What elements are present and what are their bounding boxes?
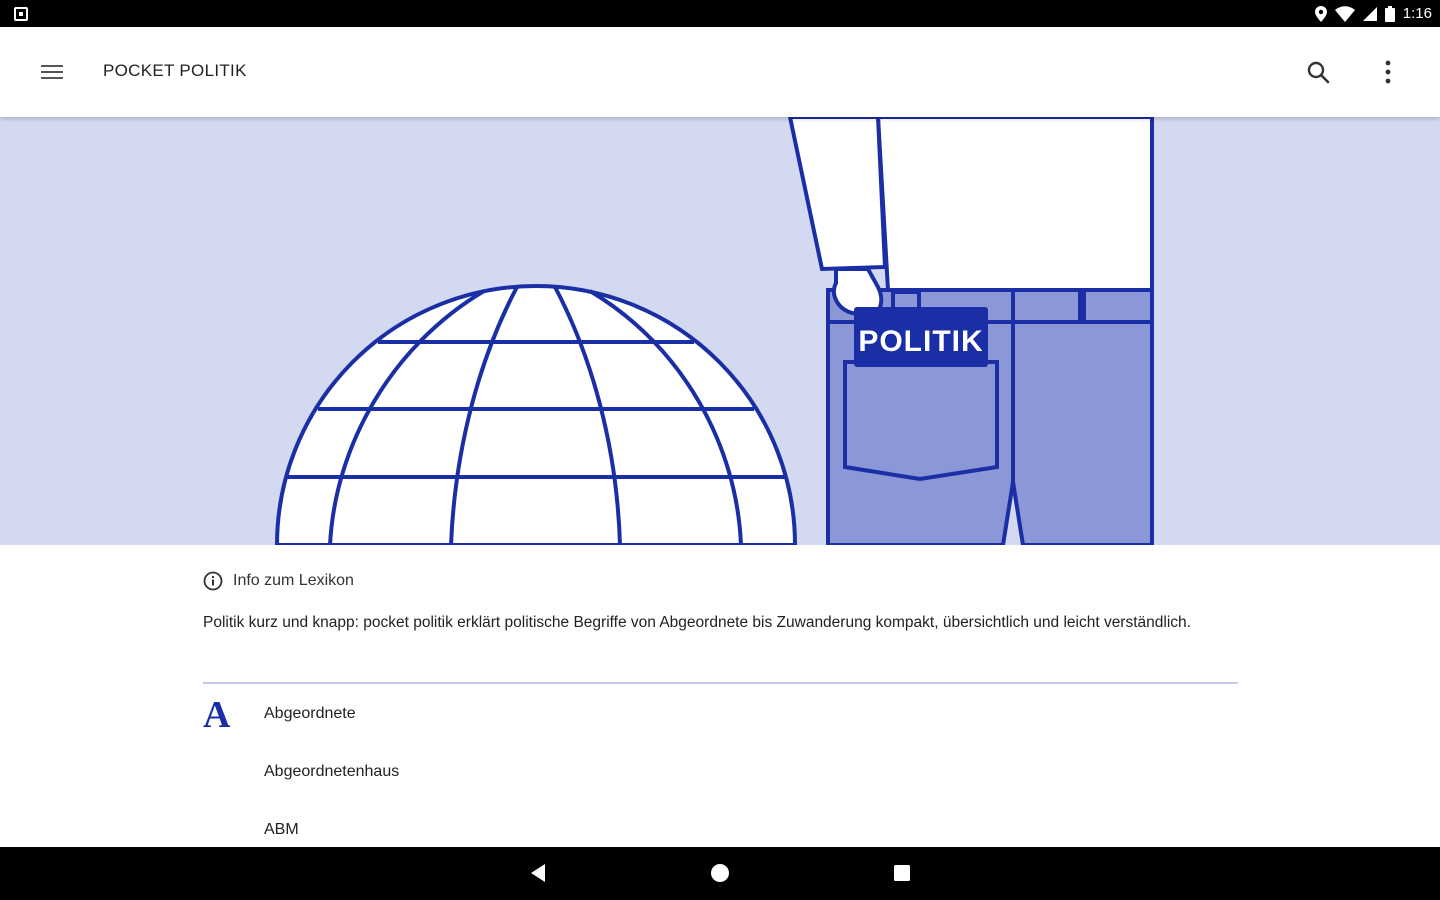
search-icon xyxy=(1307,61,1330,84)
hamburger-menu-icon xyxy=(41,65,63,79)
overflow-menu-button[interactable] xyxy=(1366,48,1410,96)
recents-icon xyxy=(894,865,910,881)
divider xyxy=(203,682,1238,684)
recents-button[interactable] xyxy=(882,855,922,891)
back-button[interactable] xyxy=(518,855,558,891)
home-icon xyxy=(711,864,729,882)
info-label: Info zum Lexikon xyxy=(233,572,354,589)
more-vert-icon xyxy=(1385,60,1391,84)
info-icon xyxy=(203,571,223,591)
notification-icon xyxy=(14,7,28,21)
wifi-icon xyxy=(1334,5,1355,22)
signal-icon xyxy=(1362,6,1377,21)
menu-button[interactable] xyxy=(30,48,74,96)
pocket-tag: POLITIK xyxy=(854,307,988,367)
letter-heading: A xyxy=(203,694,231,736)
status-bar: 1:16 xyxy=(0,0,1440,27)
battery-icon xyxy=(1384,5,1395,22)
hero-illustration: POLITIK xyxy=(0,117,1440,545)
status-icons: 1:16 xyxy=(1314,0,1432,27)
app-bar: POCKET POLITIK xyxy=(0,27,1440,117)
search-button[interactable] xyxy=(1296,48,1340,96)
globe-illustration xyxy=(274,284,798,545)
back-icon xyxy=(531,864,545,882)
app-title: POCKET POLITIK xyxy=(103,61,247,80)
navigation-bar xyxy=(0,847,1440,900)
status-time: 1:16 xyxy=(1402,5,1432,22)
lexicon-entry[interactable]: Abgeordnetenhaus xyxy=(264,763,399,781)
location-icon xyxy=(1314,5,1327,22)
pocket-label: POLITIK xyxy=(858,325,983,358)
info-row[interactable]: Info zum Lexikon xyxy=(203,571,354,591)
description-text: Politik kurz und knapp: pocket politik e… xyxy=(203,614,1191,631)
hero-svg: POLITIK xyxy=(274,117,1154,545)
lexicon-content: Info zum Lexikon Politik kurz und knapp:… xyxy=(0,545,1440,847)
lexicon-entry[interactable]: Abgeordnete xyxy=(264,705,356,723)
home-button[interactable] xyxy=(700,855,740,891)
lexicon-entry[interactable]: ABM xyxy=(264,821,299,839)
